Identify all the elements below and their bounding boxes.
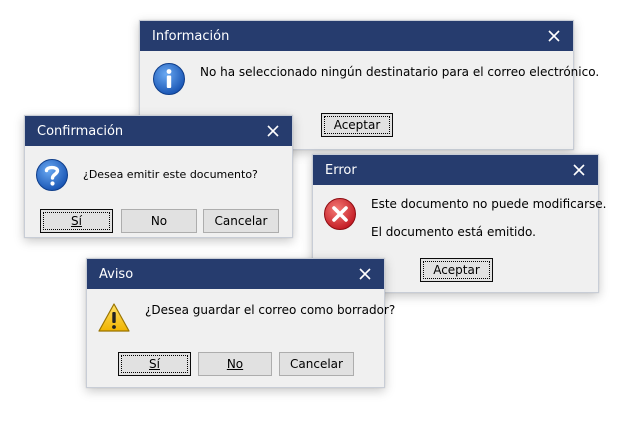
close-icon[interactable] — [356, 265, 374, 283]
error-message-line2: El documento está emitido. — [371, 225, 536, 239]
no-button[interactable]: No — [121, 209, 197, 233]
warning-dialog: Aviso ¿Desea guardar el correo como borr… — [86, 258, 395, 388]
warning-title: Aviso — [99, 266, 134, 282]
yes-button-label: Sí — [149, 357, 160, 371]
cancel-button-label: Cancelar — [290, 357, 343, 371]
error-icon — [324, 198, 356, 230]
confirmation-titlebar[interactable]: Confirmación — [25, 116, 292, 146]
no-button-label: No — [226, 357, 244, 371]
error-titlebar[interactable]: Error — [313, 155, 598, 185]
close-icon[interactable] — [264, 122, 282, 140]
information-message: No ha seleccionado ningún destinatario p… — [200, 65, 600, 79]
question-icon — [36, 159, 68, 191]
information-icon — [153, 63, 185, 95]
ok-button-label: Aceptar — [433, 263, 480, 277]
close-icon[interactable] — [545, 27, 563, 45]
no-button-label: No — [150, 214, 168, 228]
information-title: Información — [152, 28, 230, 44]
no-button[interactable]: No — [198, 352, 272, 376]
cancel-button-label: Cancelar — [214, 214, 268, 228]
yes-button[interactable]: Sí — [40, 209, 113, 233]
error-message-line1: Este documento no puede modificarse. — [371, 197, 607, 211]
yes-button[interactable]: Sí — [118, 352, 191, 376]
ok-button-label: Aceptar — [333, 118, 381, 132]
warning-titlebar[interactable]: Aviso — [87, 259, 384, 289]
cancel-button[interactable]: Cancelar — [203, 209, 279, 233]
warning-message: ¿Desea guardar el correo como borrador? — [145, 303, 396, 317]
ok-button[interactable]: Aceptar — [321, 113, 393, 137]
warning-icon — [98, 303, 130, 332]
ok-button[interactable]: Aceptar — [420, 258, 493, 282]
confirmation-message: ¿Desea emitir este documento? — [83, 168, 258, 181]
error-title: Error — [325, 162, 357, 178]
confirmation-dialog: Confirmación ¿Desea emitir este document… — [24, 115, 293, 238]
yes-button-label: Sí — [71, 214, 82, 228]
close-icon[interactable] — [570, 161, 588, 179]
cancel-button[interactable]: Cancelar — [279, 352, 354, 376]
information-titlebar[interactable]: Información — [140, 21, 573, 51]
confirmation-title: Confirmación — [37, 123, 124, 139]
